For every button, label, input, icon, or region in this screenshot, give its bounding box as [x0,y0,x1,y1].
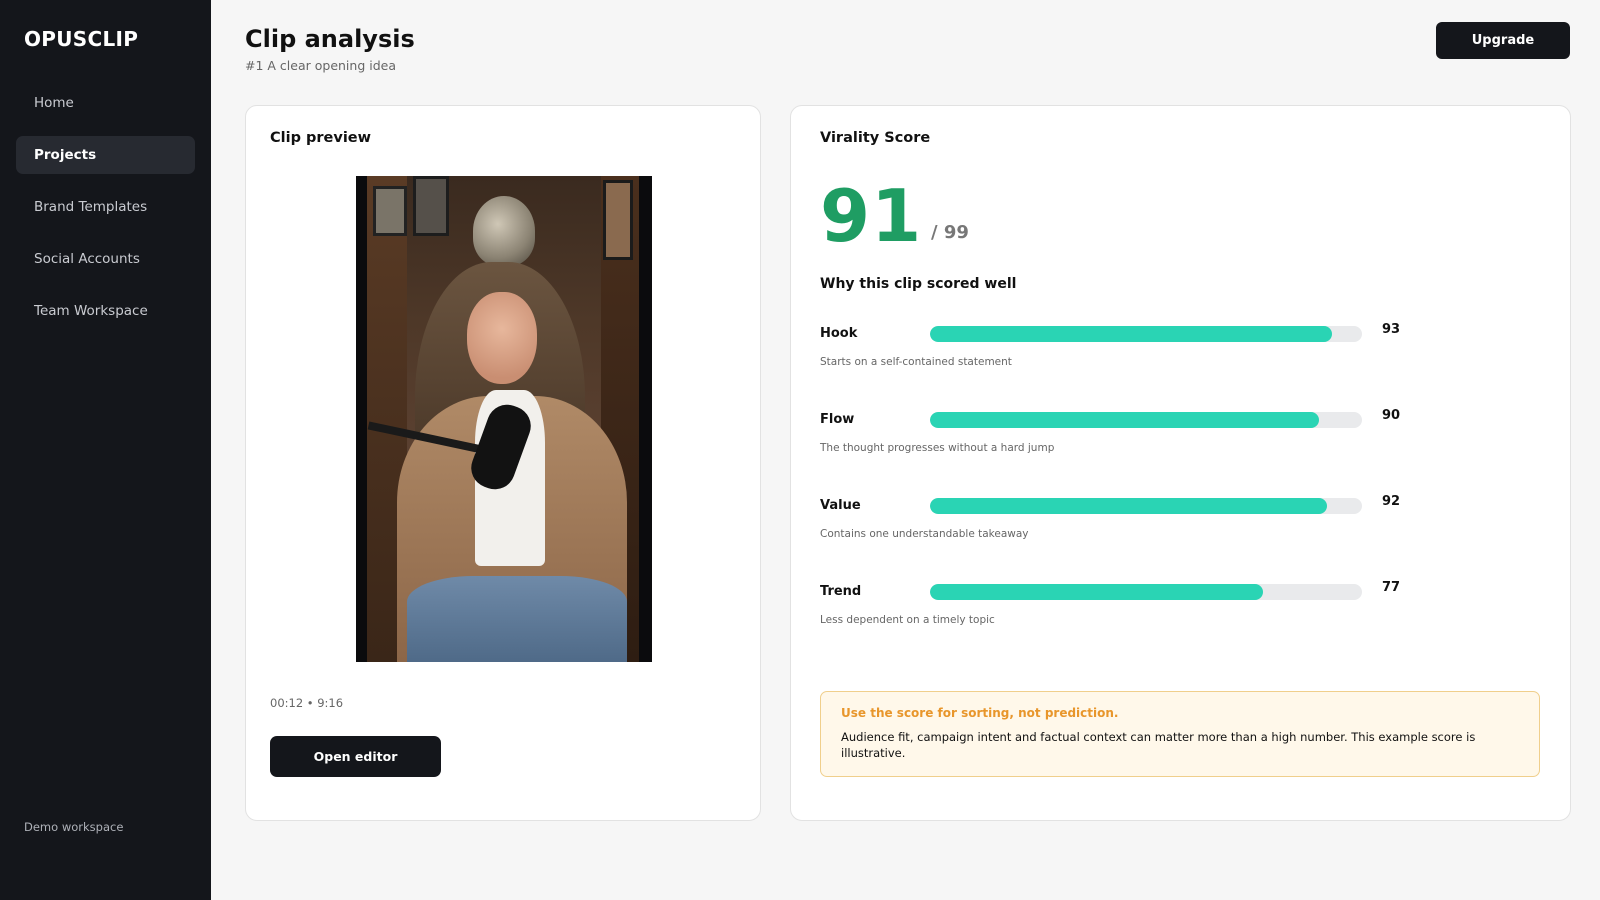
why-scored-title: Why this clip scored well [820,276,1017,292]
metric-bar-track [930,584,1362,600]
virality-score-value: 91 [820,174,923,258]
metric-bar-track [930,498,1362,514]
sidebar-item-team-workspace[interactable]: Team Workspace [16,292,195,330]
metric-bar-fill [930,326,1332,342]
vase [473,196,535,266]
clip-meta: 00:12 • 9:16 [270,696,344,710]
page-subtitle: #1 A clear opening idea [245,58,396,73]
metric-row: Hook 93 Starts on a self-contained state… [820,322,1440,386]
virality-score-title: Virality Score [820,130,931,146]
sidebar-item-projects[interactable]: Projects [16,136,195,174]
metric-value: 92 [1382,494,1401,509]
metric-description: Contains one understandable takeaway [820,528,1029,540]
metric-row: Flow 90 The thought progresses without a… [820,408,1440,472]
picture-frame [373,186,407,236]
workspace-label[interactable]: Demo workspace [24,820,123,834]
metric-name: Flow [820,412,855,427]
score-disclaimer: Use the score for sorting, not predictio… [820,691,1540,777]
disclaimer-body: Audience fit, campaign intent and factua… [841,730,1476,760]
speaker-jeans [407,576,627,662]
picture-frame [603,180,633,260]
clip-preview-title: Clip preview [270,130,372,146]
sidebar: OPUSCLIP Home Projects Brand Templates S… [0,0,211,900]
metric-value: 77 [1382,580,1401,595]
page-title: Clip analysis [245,25,415,53]
metric-bar-fill [930,498,1328,514]
picture-frame [413,176,449,236]
disclaimer-title: Use the score for sorting, not predictio… [841,706,1119,720]
open-editor-button[interactable]: Open editor [270,736,441,777]
sidebar-item-brand-templates[interactable]: Brand Templates [16,188,195,226]
metric-name: Trend [820,584,862,599]
metric-value: 93 [1382,322,1401,337]
metric-description: Less dependent on a timely topic [820,614,995,626]
metric-bar-fill [930,412,1319,428]
metric-bar-track [930,412,1362,428]
speaker-face [467,292,537,384]
sidebar-item-home[interactable]: Home [16,84,195,122]
video-thumbnail [367,176,639,662]
metric-row: Trend 77 Less dependent on a timely topi… [820,580,1440,644]
upgrade-button[interactable]: Upgrade [1436,22,1570,59]
sidebar-item-social-accounts[interactable]: Social Accounts [16,240,195,278]
sidebar-nav: Home Projects Brand Templates Social Acc… [16,84,195,344]
metric-description: Starts on a self-contained statement [820,356,1012,368]
app-logo[interactable]: OPUSCLIP [24,27,138,51]
metric-bar-track [930,326,1362,342]
metric-value: 90 [1382,408,1401,423]
metric-row: Value 92 Contains one understandable tak… [820,494,1440,558]
virality-score-max: / 99 [931,222,969,243]
metric-name: Hook [820,326,858,341]
metric-bar-fill [930,584,1263,600]
clip-preview-card: Clip preview 00:12 • 9:16 Open editor [245,105,761,821]
metric-description: The thought progresses without a hard ju… [820,442,1055,454]
video-player[interactable] [356,176,652,662]
metric-name: Value [820,498,861,513]
virality-score-card: Virality Score 91 / 99 Why this clip sco… [790,105,1571,821]
